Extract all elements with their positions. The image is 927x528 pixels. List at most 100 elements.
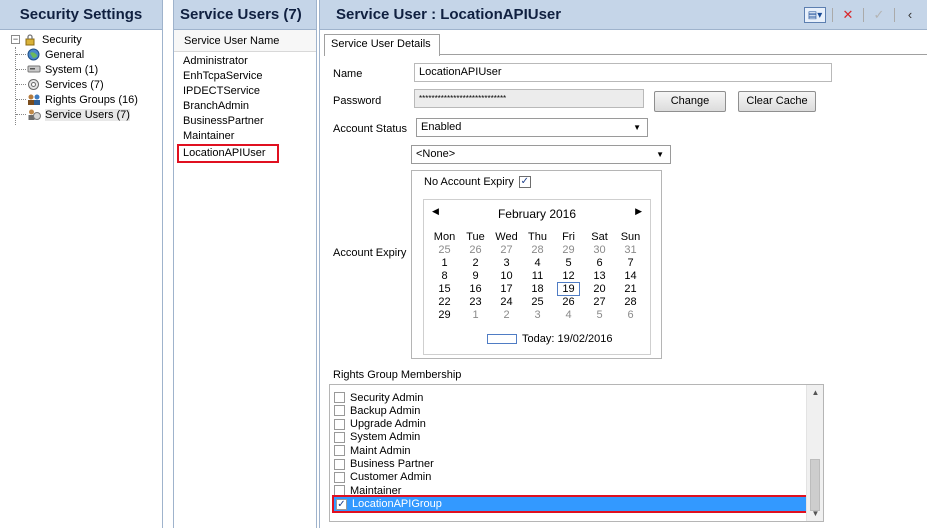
calendar-day[interactable]: 23 <box>460 296 491 309</box>
rights-group-item[interactable]: Upgrade Admin <box>334 418 426 431</box>
calendar-day[interactable]: 15 <box>429 283 460 296</box>
rights-group-item[interactable]: Customer Admin <box>334 471 431 484</box>
calendar-day[interactable]: 27 <box>491 244 522 257</box>
password-field[interactable]: **************************** <box>414 89 644 108</box>
calendar-day[interactable]: 2 <box>491 309 522 322</box>
no-account-expiry-row[interactable]: No Account Expiry ✓ <box>424 176 531 188</box>
calendar-day[interactable]: 29 <box>429 309 460 322</box>
calendar-today[interactable]: Today: 19/02/2016 <box>487 333 613 345</box>
tree-node-rights-groups[interactable]: Rights Groups (16) <box>27 92 138 107</box>
rights-group-item[interactable]: Maint Admin <box>334 444 411 457</box>
calendar-day[interactable]: 17 <box>491 283 522 296</box>
calendar-day[interactable]: 5 <box>553 257 584 270</box>
calendar-day[interactable]: 4 <box>553 309 584 322</box>
delete-icon[interactable]: ✕ <box>839 7 857 23</box>
list-item[interactable]: BusinessPartner <box>174 114 316 129</box>
calendar-day[interactable]: 18 <box>522 283 553 296</box>
calendar-day[interactable]: 26 <box>553 296 584 309</box>
calendar-day[interactable]: 25 <box>429 244 460 257</box>
change-button[interactable]: Change <box>654 91 726 112</box>
rights-group-checkbox[interactable] <box>334 431 345 443</box>
calendar-day[interactable]: 5 <box>584 309 615 322</box>
calendar-day[interactable]: 11 <box>522 270 553 283</box>
back-icon[interactable]: ‹ <box>901 7 919 23</box>
rights-group-item[interactable]: System Admin <box>334 431 420 444</box>
rights-group-item[interactable]: Backup Admin <box>334 404 420 417</box>
calendar-day[interactable]: 16 <box>460 283 491 296</box>
tab-bar: Service User Details <box>324 34 927 56</box>
calendar-day[interactable]: 2 <box>460 257 491 270</box>
scroll-up-icon[interactable]: ▲ <box>807 388 823 397</box>
tree-node-system[interactable]: System (1) <box>27 62 98 77</box>
new-item-icon[interactable]: ▤▾ <box>804 7 826 23</box>
calendar-day[interactable]: 3 <box>522 309 553 322</box>
clear-cache-button[interactable]: Clear Cache <box>738 91 816 112</box>
rights-group-label: Security Admin <box>350 391 424 404</box>
list-item[interactable]: IPDECTService <box>174 84 316 99</box>
calendar-day[interactable]: 31 <box>615 244 646 257</box>
tree-node-services[interactable]: Services (7) <box>27 77 104 92</box>
list-item-selected[interactable]: LocationAPIUser <box>177 144 279 163</box>
list-item[interactable]: EnhTcpaService <box>174 69 316 84</box>
scroll-thumb[interactable] <box>810 459 820 511</box>
list-item[interactable]: BranchAdmin <box>174 99 316 114</box>
calendar-day[interactable]: 29 <box>553 244 584 257</box>
rights-group-item[interactable]: Business Partner <box>334 458 434 471</box>
rights-group-checkbox[interactable] <box>334 458 345 470</box>
scrollbar[interactable]: ▲ ▼ <box>806 385 823 521</box>
calendar-day[interactable]: 9 <box>460 270 491 283</box>
name-field[interactable]: LocationAPIUser <box>414 63 832 82</box>
rights-group-item[interactable]: Security Admin <box>334 391 423 404</box>
calendar-day-selected[interactable]: 19 <box>553 282 584 296</box>
tree-node-service-users[interactable]: Service Users (7) <box>27 107 130 122</box>
rights-group-checkbox[interactable] <box>334 445 345 457</box>
tree-node-label: Rights Groups (16) <box>45 93 138 106</box>
calendar-day[interactable]: 14 <box>615 270 646 283</box>
rights-group-label: LocationAPIGroup <box>352 498 442 511</box>
calendar-day-number: 5 <box>596 309 603 321</box>
account-status-select[interactable]: Enabled ▼ <box>416 118 648 137</box>
none-select[interactable]: <None> ▼ <box>411 145 671 164</box>
column-header-service-user-name[interactable]: Service User Name <box>174 30 316 52</box>
calendar-day[interactable]: 7 <box>615 257 646 270</box>
toolbar: ▤▾ ✕ ✓ ‹ <box>804 7 919 23</box>
calendar-day[interactable]: 20 <box>584 283 615 296</box>
calendar-day[interactable]: 25 <box>522 296 553 309</box>
calendar-day[interactable]: 30 <box>584 244 615 257</box>
calendar-day[interactable]: 26 <box>460 244 491 257</box>
no-account-expiry-checkbox[interactable]: ✓ <box>518 176 531 188</box>
calendar-day[interactable]: 6 <box>615 309 646 322</box>
tree-node-security[interactable]: − Security <box>11 32 82 47</box>
rights-group-checkbox[interactable] <box>334 405 345 417</box>
calendar-day[interactable]: 1 <box>429 257 460 270</box>
calendar-day-number: 31 <box>624 244 637 256</box>
scroll-down-icon[interactable]: ▼ <box>807 509 823 518</box>
calendar-day[interactable]: 8 <box>429 270 460 283</box>
calendar-day[interactable]: 6 <box>584 257 615 270</box>
list-item[interactable]: Maintainer <box>174 129 316 144</box>
rights-group-checkbox[interactable] <box>334 418 345 430</box>
calendar-day[interactable]: 28 <box>615 296 646 309</box>
calendar-day[interactable]: 3 <box>491 257 522 270</box>
list-item[interactable]: Administrator <box>174 54 316 69</box>
calendar-day[interactable]: 21 <box>615 283 646 296</box>
calendar-day[interactable]: 28 <box>522 244 553 257</box>
rights-group-list[interactable]: Security Admin Backup Admin Upgrade Admin S… <box>329 384 824 522</box>
calendar-day-number: 18 <box>531 283 544 295</box>
rights-group-checkbox[interactable] <box>334 392 345 403</box>
rights-group-item-selected[interactable]: ✓ LocationAPIGroup <box>332 495 808 514</box>
calendar-day[interactable]: 24 <box>491 296 522 309</box>
calendar-day[interactable]: 22 <box>429 296 460 309</box>
calendar-day[interactable]: 10 <box>491 270 522 283</box>
rights-group-checkbox[interactable] <box>334 471 345 483</box>
check-icon[interactable]: ✓ <box>870 7 888 23</box>
calendar-day[interactable]: 27 <box>584 296 615 309</box>
calendar-day[interactable]: 4 <box>522 257 553 270</box>
tab-service-user-details[interactable]: Service User Details <box>324 34 440 56</box>
next-month-icon[interactable]: ▶ <box>635 206 642 217</box>
calendar-day[interactable]: 13 <box>584 270 615 283</box>
calendar-day[interactable]: 1 <box>460 309 491 322</box>
tree-node-general[interactable]: General <box>27 47 84 62</box>
rights-group-checkbox[interactable]: ✓ <box>336 498 347 510</box>
collapse-icon[interactable]: − <box>11 35 20 44</box>
